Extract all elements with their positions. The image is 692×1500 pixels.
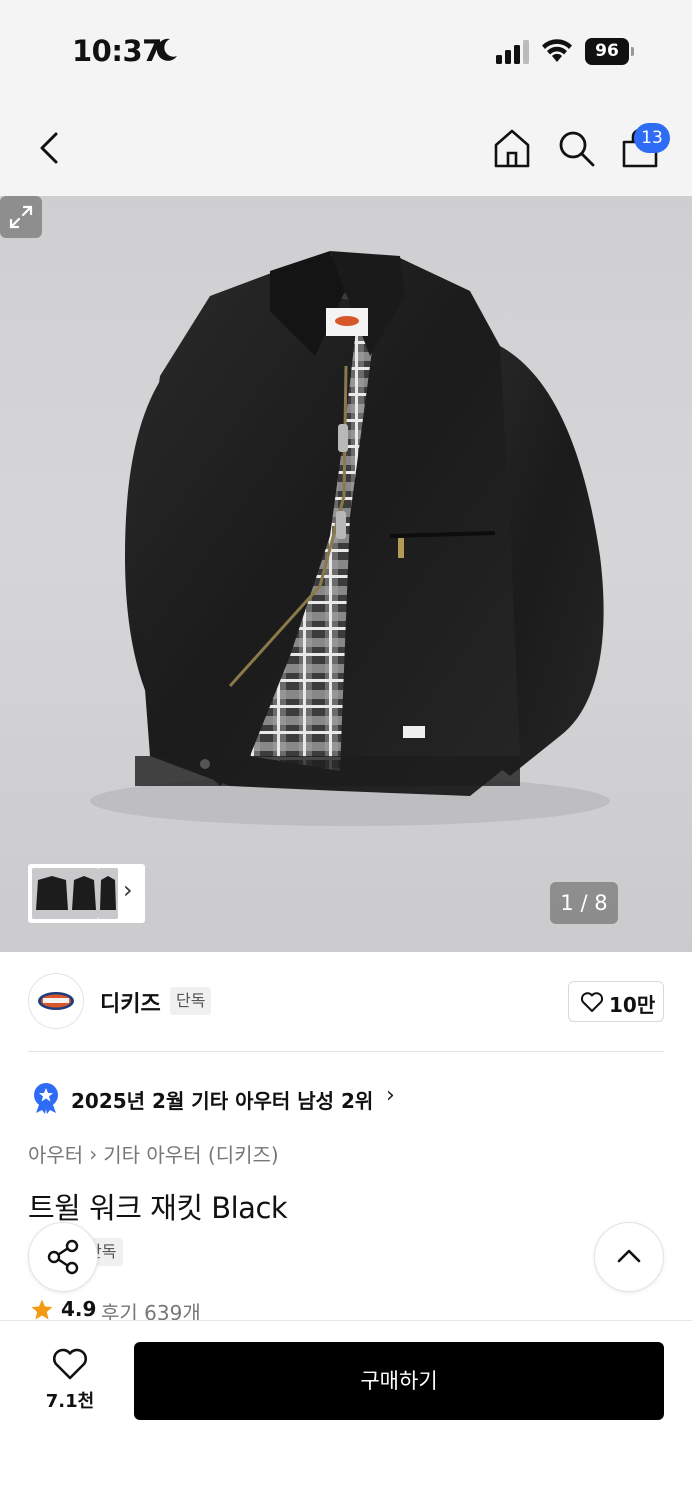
dickies-logo	[38, 992, 74, 1010]
status-bar: 10:37 96	[0, 0, 692, 96]
chevron-up-icon	[617, 1249, 641, 1263]
status-time: 10:37	[72, 34, 162, 68]
brand-logo[interactable]	[28, 973, 84, 1029]
breadcrumb: 아우터 › 기타 아우터 (디키즈)	[28, 1139, 279, 1168]
home-icon[interactable]	[490, 126, 534, 170]
moon-icon	[156, 38, 177, 61]
chevron-right-icon[interactable]: ›	[123, 876, 133, 904]
thumbnail-jacket-image	[72, 876, 96, 910]
scroll-to-top-button[interactable]	[594, 1222, 664, 1292]
cart-count-badge: 13	[634, 123, 670, 153]
rating-score: 4.9	[61, 1297, 97, 1321]
back-icon[interactable]	[30, 126, 70, 170]
image-counter: 1 / 8	[550, 882, 618, 924]
breadcrumb-item[interactable]: 기타 아우터 (디키즈)	[103, 1143, 279, 1167]
thumbnail-2[interactable]	[70, 868, 98, 919]
heart-icon	[580, 992, 604, 1012]
share-button[interactable]	[28, 1222, 98, 1292]
wishlist-count: 7.1천	[45, 1391, 95, 1412]
product-title: 트윌 워크 재킷 Black	[28, 1191, 288, 1225]
product-photo-jacket	[90, 251, 610, 826]
breadcrumb-item[interactable]: 아우터	[28, 1143, 83, 1167]
brand-like-button[interactable]: 10만	[568, 981, 664, 1022]
wifi-icon	[542, 39, 572, 62]
signal-icon	[496, 40, 529, 64]
chevron-right-icon: ›	[89, 1141, 98, 1166]
battery-icon: 96	[585, 38, 635, 65]
divider	[28, 1051, 664, 1052]
chevron-right-icon[interactable]: ›	[386, 1083, 395, 1108]
battery-level: 96	[585, 38, 629, 65]
expand-icon[interactable]	[0, 196, 42, 238]
bottom-action-bar: 7.1천 구매하기	[0, 1320, 692, 1500]
search-icon[interactable]	[554, 126, 598, 170]
battery-tip	[631, 47, 634, 56]
brand-name[interactable]: 디키즈	[100, 986, 161, 1018]
share-icon	[47, 1239, 79, 1275]
product-image-gallery[interactable]: › 1 / 8	[0, 196, 692, 952]
thumbnail-3[interactable]	[98, 868, 118, 919]
thumbnail-strip[interactable]: ›	[28, 864, 145, 923]
heart-icon	[53, 1348, 87, 1380]
wishlist-button[interactable]: 7.1천	[34, 1345, 106, 1415]
thumbnail-jacket-image	[36, 876, 68, 910]
thumbnail-1[interactable]	[32, 868, 72, 919]
brand-exclusive-badge: 단독	[170, 987, 212, 1015]
top-nav	[0, 96, 692, 196]
ranking-medal-icon	[34, 1083, 58, 1114]
thumbnail-jacket-image	[100, 876, 116, 910]
brand-like-count: 10만	[609, 993, 656, 1017]
star-icon	[31, 1299, 53, 1320]
buy-button[interactable]: 구매하기	[134, 1342, 664, 1420]
ranking-text[interactable]: 2025년 2월 기타 아우터 남성 2위	[71, 1085, 373, 1114]
